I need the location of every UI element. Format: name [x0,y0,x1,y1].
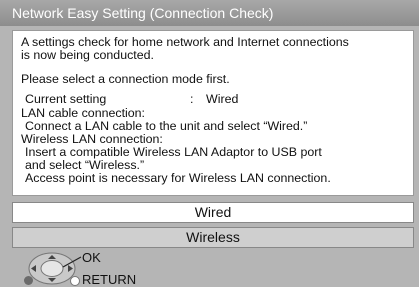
return-button-icon [70,276,80,286]
message-panel: A settings check for home network and In… [12,30,414,196]
current-setting-label: Current setting [25,92,107,106]
return-hint-label: RETURN [82,272,137,287]
intro-line-2: is now being conducted. [21,48,154,62]
prompt-text: Please select a connection mode first. [21,72,230,86]
ok-pointer-icon [62,255,82,268]
option-wired-button[interactable]: Wired [12,202,414,223]
window-title: Network Easy Setting (Connection Check) [0,0,419,26]
wlan-instruction-3: Access point is necessary for Wireless L… [25,171,331,185]
network-easy-setting-screen: Network Easy Setting (Connection Check) … [0,0,419,287]
option-wireless-button[interactable]: Wireless [12,227,414,248]
current-setting-separator: : [190,92,194,106]
back-dot-icon [24,276,33,285]
ok-hint-label: OK [82,250,101,265]
current-setting-value: Wired [206,92,239,106]
